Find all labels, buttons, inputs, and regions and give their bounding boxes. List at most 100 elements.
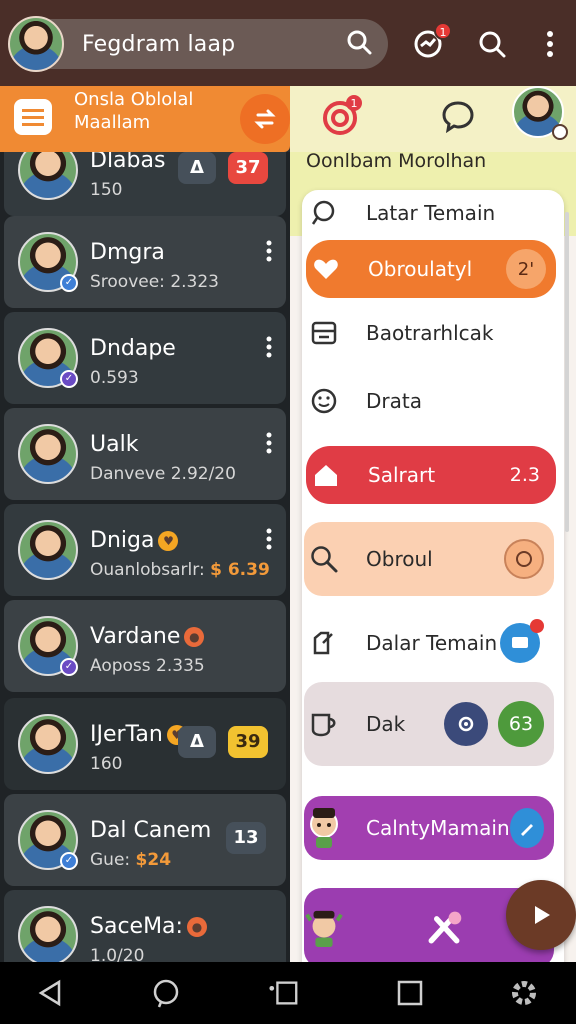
contact-name: Dniga xyxy=(90,528,155,553)
smiley-icon xyxy=(304,387,344,415)
menu-item-salrart[interactable]: Salrart 2.3 xyxy=(306,446,556,504)
contact-name-wrap: SaceMa: ● xyxy=(90,914,207,939)
contact-subtitle: 0.593 xyxy=(90,368,139,388)
contact-list: Dlabas 150 Δ 37 ✓ Dmgra Sroovee: 2.323 ✓… xyxy=(0,152,290,962)
verified-icon: ✓ xyxy=(60,852,78,870)
section-header: Onsla Oblolal Maallam xyxy=(0,86,290,152)
home-icon[interactable] xyxy=(150,977,182,1009)
search-icon-secondary[interactable] xyxy=(474,26,510,62)
subtitle-prefix: Gue: xyxy=(90,850,131,870)
menu-item-dalar-temain[interactable]: Dalar Temain xyxy=(304,614,554,672)
contact-subtitle: Gue: $24 xyxy=(90,850,171,870)
home-icon xyxy=(306,462,346,488)
menu-item-dak[interactable]: Dak 63 xyxy=(304,682,554,766)
contact-subtitle: 1.0/20 xyxy=(90,946,145,962)
list-item[interactable]: ✓ Dndape 0.593 xyxy=(4,312,286,404)
contact-name: IJerTan xyxy=(90,722,163,747)
menu-label: Obroulatyl xyxy=(368,257,473,281)
swap-icon[interactable] xyxy=(240,94,290,144)
system-nav-bar xyxy=(0,962,576,1024)
recent-apps-icon[interactable] xyxy=(268,977,300,1009)
target-icon[interactable]: 1 xyxy=(320,94,364,142)
list-item[interactable]: IJerTan ♥ 160 Δ 39 xyxy=(4,698,286,790)
more-vert-icon[interactable] xyxy=(266,432,272,458)
contact-name: Dmgra xyxy=(90,240,165,265)
emoji-icon: ♥ xyxy=(158,531,179,551)
contact-subtitle: Sroovee: 2.323 xyxy=(90,272,219,292)
menu-item-drata[interactable]: Drata xyxy=(304,372,554,430)
list-item[interactable]: ✓ Dal Canem Gue: $24 13 xyxy=(4,794,286,886)
chat-search-icon xyxy=(304,199,344,227)
cup-icon xyxy=(304,710,344,738)
menu-label: Obroul xyxy=(366,547,433,571)
count-badge: 37 xyxy=(228,152,268,184)
search-icon[interactable] xyxy=(346,29,372,59)
list-item[interactable]: ✓ Vardane ● Aoposs 2.335 xyxy=(4,600,286,692)
play-icon xyxy=(535,906,550,924)
panel-header: Oonlbam Morolhan xyxy=(306,152,487,172)
menu-label: CalntyMamain xyxy=(366,816,510,840)
more-vert-icon[interactable] xyxy=(266,336,272,362)
contact-avatar xyxy=(18,424,78,484)
tools-icon xyxy=(424,908,464,948)
more-vert-icon[interactable] xyxy=(266,528,272,554)
subtitle-prefix: Ouanlobsarlr: xyxy=(90,560,205,580)
contact-avatar xyxy=(18,152,78,200)
back-icon[interactable] xyxy=(34,977,66,1009)
menu-item-obroulatyl[interactable]: Obroulatyl 2' xyxy=(306,240,556,298)
app-title: Fegdram laap xyxy=(82,31,236,57)
menu-icon[interactable] xyxy=(14,99,52,135)
play-fab-button[interactable] xyxy=(506,880,576,950)
contact-subtitle: Danveve 2.92/20 xyxy=(90,464,236,484)
list-item[interactable]: Dniga ♥ Ouanlobsarlr: $ 6.39 xyxy=(4,504,286,596)
mascot-icon xyxy=(304,906,344,950)
list-item[interactable]: SaceMa: ● 1.0/20 xyxy=(4,890,286,962)
settings-bubble-icon xyxy=(444,702,488,746)
section-label: Onsla Oblolal Maallam xyxy=(74,88,193,134)
menu-item-latar-temain[interactable]: Latar Temain xyxy=(304,184,554,242)
count-badge: 13 xyxy=(226,822,266,854)
contact-name: Dal Canem xyxy=(90,818,212,843)
edit-note-icon xyxy=(304,629,344,657)
heart-chat-icon xyxy=(306,255,346,283)
emoji-icon: ● xyxy=(186,917,207,937)
contact-name: Dlabas xyxy=(90,152,166,173)
activity-icon[interactable]: 1 xyxy=(410,22,452,62)
list-item[interactable]: ✓ Dmgra Sroovee: 2.323 xyxy=(4,216,286,308)
menu-item-obroul[interactable]: Obroul xyxy=(304,522,554,596)
overview-icon[interactable] xyxy=(394,977,426,1009)
inbox-icon xyxy=(304,320,344,346)
more-vert-icon[interactable] xyxy=(532,26,568,62)
list-item[interactable]: Dlabas 150 Δ 37 xyxy=(4,152,286,216)
contact-subtitle: 160 xyxy=(90,754,123,774)
count-badge: 39 xyxy=(228,726,268,758)
contact-subtitle: Ouanlobsarlr: $ 6.39 xyxy=(90,560,270,580)
chat-bubble-icon xyxy=(504,539,544,579)
count-badge: 63 xyxy=(498,701,544,747)
menu-label: Dalar Temain xyxy=(366,631,498,655)
list-item[interactable]: Ualk Danveve 2.92/20 xyxy=(4,408,286,500)
search-bar[interactable]: Fegdram laap xyxy=(8,16,388,72)
delta-badge: Δ xyxy=(178,726,216,758)
gear-icon[interactable] xyxy=(508,977,540,1009)
profile-avatar[interactable] xyxy=(8,16,64,72)
more-vert-icon[interactable] xyxy=(266,240,272,266)
contact-avatar xyxy=(18,906,78,962)
menu-item-baotrarhlcak[interactable]: Baotrarhlcak xyxy=(304,304,554,362)
contact-subtitle: Aoposs 2.335 xyxy=(90,656,205,676)
contact-name: Ualk xyxy=(90,432,139,457)
menu-label: Baotrarhlcak xyxy=(366,321,494,345)
emoji-icon: ● xyxy=(184,627,205,647)
price-value: $24 xyxy=(135,850,172,870)
section-label-line1: Onsla Oblolal xyxy=(74,89,194,110)
search-icon xyxy=(304,544,344,574)
contact-subtitle: 150 xyxy=(90,180,123,200)
contact-name-wrap: IJerTan ♥ xyxy=(90,722,187,747)
price-value: $ 6.39 xyxy=(210,560,270,580)
scrollbar[interactable] xyxy=(565,212,569,532)
count-badge: 2' xyxy=(506,249,546,289)
contact-avatar xyxy=(18,714,78,774)
chat-icon[interactable] xyxy=(440,98,476,138)
verified-icon: ✓ xyxy=(60,370,78,388)
menu-item-calntymamain[interactable]: CalntyMamain xyxy=(304,796,554,860)
